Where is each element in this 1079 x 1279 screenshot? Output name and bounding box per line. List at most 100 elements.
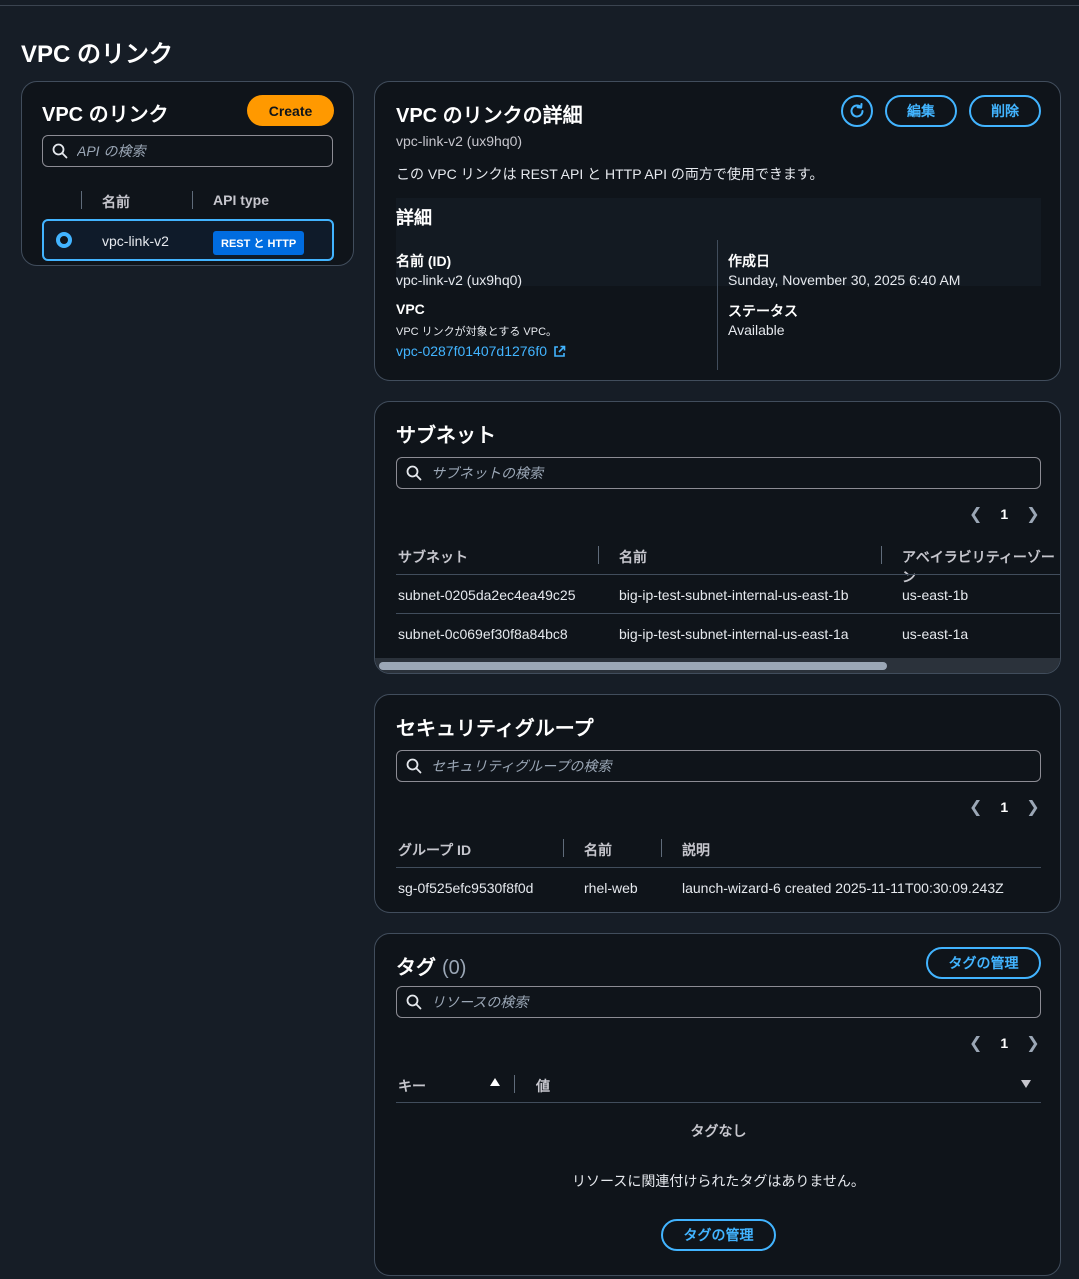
tag-pagination: ❮ 1 ❯ <box>969 1033 1040 1053</box>
delete-button[interactable]: 削除 <box>969 95 1041 127</box>
column-separator <box>81 191 82 209</box>
vpc-link[interactable]: vpc-0287f01407d1276f0 <box>396 343 566 359</box>
table-cell-subnet-az: us-east-1a <box>902 626 969 642</box>
current-page[interactable]: 1 <box>1000 506 1008 522</box>
subnet-search[interactable] <box>396 457 1041 489</box>
header-divider <box>396 867 1041 868</box>
chevron-left-icon[interactable]: ❮ <box>969 1033 982 1053</box>
table-cell-subnet-name: big-ip-test-subnet-internal-us-east-1a <box>619 626 849 642</box>
table-cell-subnet-id: subnet-0c069ef30f8a84bc8 <box>398 626 568 642</box>
column-header-value[interactable]: 値 <box>536 1076 550 1096</box>
column-header-name[interactable]: 名前 <box>102 192 130 212</box>
column-separator <box>598 546 599 564</box>
top-divider <box>0 0 1079 6</box>
chevron-left-icon[interactable]: ❮ <box>969 504 982 524</box>
column-header-name[interactable]: 名前 <box>619 547 647 567</box>
column-separator <box>192 191 193 209</box>
horizontal-scrollbar[interactable] <box>375 658 1060 673</box>
name-label: 名前 (ID) <box>396 253 452 269</box>
table-cell-group-name: rhel-web <box>584 880 638 896</box>
table-cell-subnet-name: big-ip-test-subnet-internal-us-east-1b <box>619 587 849 603</box>
created-label: 作成日 <box>728 253 770 269</box>
column-header-az[interactable]: アベイラビリティーゾーン <box>902 547 1060 587</box>
name-value: vpc-link-v2 (ux9hq0) <box>396 272 523 288</box>
column-separator <box>661 839 662 857</box>
column-header-name[interactable]: 名前 <box>584 840 612 860</box>
tags-title-text: タグ <box>396 957 436 979</box>
external-link-icon <box>554 345 566 357</box>
search-icon <box>397 994 431 1010</box>
row-divider <box>396 613 1060 614</box>
empty-manage-tags-button[interactable]: タグの管理 <box>661 1219 776 1251</box>
vpc-description: VPC リンクが対象とする VPC。 <box>396 326 558 338</box>
chevron-right-icon[interactable]: ❯ <box>1026 797 1039 817</box>
vpc-link-list-panel: VPC のリンク Create 名前 API type vpc-link-v2 … <box>21 81 354 266</box>
scrollbar-thumb[interactable] <box>379 662 887 670</box>
table-cell-subnet-az: us-east-1b <box>902 587 969 603</box>
empty-state-title: タグなし <box>690 1123 747 1139</box>
edit-button[interactable]: 編集 <box>885 95 957 127</box>
list-panel-title: VPC のリンク <box>42 104 169 126</box>
radio-selected[interactable] <box>56 232 72 248</box>
column-header-api-type[interactable]: API type <box>213 192 269 208</box>
current-page[interactable]: 1 <box>1000 1035 1008 1051</box>
api-search-input[interactable] <box>77 143 332 159</box>
tag-search-input[interactable] <box>431 994 1040 1010</box>
table-cell-group-id: sg-0f525efc9530f8f0d <box>398 880 534 896</box>
security-group-search-input[interactable] <box>431 758 1040 774</box>
header-divider <box>396 574 1060 575</box>
detail-description: この VPC リンクは REST API と HTTP API の両方で使用でき… <box>396 166 824 182</box>
detail-title: VPC のリンクの詳細 <box>396 105 583 127</box>
sort-icon[interactable] <box>1021 1080 1031 1088</box>
sort-ascending-icon[interactable] <box>490 1078 500 1086</box>
create-button[interactable]: Create <box>247 95 334 126</box>
tag-search[interactable] <box>396 986 1041 1018</box>
list-item-vpc-link-v2[interactable]: vpc-link-v2 REST と HTTP <box>42 219 334 261</box>
column-header-group-id[interactable]: グループ ID <box>398 840 471 860</box>
vpc-link-name: vpc-link-v2 <box>102 233 169 249</box>
table-cell-subnet-id: subnet-0205da2ec4ea49c25 <box>398 587 576 603</box>
subnet-search-input[interactable] <box>431 465 1040 481</box>
chevron-right-icon[interactable]: ❯ <box>1026 504 1039 524</box>
status-label: ステータス <box>728 303 798 319</box>
chevron-left-icon[interactable]: ❮ <box>969 797 982 817</box>
manage-tags-button[interactable]: タグの管理 <box>926 947 1041 979</box>
search-icon <box>397 758 431 774</box>
detail-subtitle: vpc-link-v2 (ux9hq0) <box>396 133 523 149</box>
tags-count: (0) <box>442 957 467 979</box>
search-icon <box>43 143 77 159</box>
header-divider <box>396 1102 1041 1103</box>
column-separator <box>881 546 882 564</box>
subnets-panel: サブネット ❮ 1 ❯ サブネット 名前 アベイラビリティーゾーン subnet… <box>374 401 1061 674</box>
status-value: Available <box>728 322 785 338</box>
column-separator <box>563 839 564 857</box>
column-header-key[interactable]: キー <box>398 1076 426 1096</box>
column-header-subnet[interactable]: サブネット <box>398 547 468 567</box>
subnets-title: サブネット <box>396 425 496 447</box>
security-group-pagination: ❮ 1 ❯ <box>969 797 1040 817</box>
vpc-link-detail-panel: VPC のリンクの詳細 vpc-link-v2 (ux9hq0) 編集 削除 こ… <box>374 81 1061 381</box>
tags-panel: タグ (0) タグの管理 ❮ 1 ❯ キー 値 タグなし リソースに関連付けられ… <box>374 933 1061 1276</box>
subnet-pagination: ❮ 1 ❯ <box>969 504 1040 524</box>
column-separator <box>514 1075 515 1093</box>
security-groups-panel: セキュリティグループ ❮ 1 ❯ グループ ID 名前 説明 sg-0f525e… <box>374 694 1061 913</box>
column-header-description[interactable]: 説明 <box>682 840 710 860</box>
vpc-label: VPC <box>396 301 425 317</box>
detail-section-title: 詳細 <box>396 208 432 228</box>
api-type-badge: REST と HTTP <box>213 231 305 255</box>
security-group-search[interactable] <box>396 750 1041 782</box>
page-title: VPC のリンク <box>21 41 174 68</box>
current-page[interactable]: 1 <box>1000 799 1008 815</box>
refresh-button[interactable] <box>841 95 873 127</box>
table-cell-group-description: launch-wizard-6 created 2025-11-11T00:30… <box>682 880 1004 896</box>
chevron-right-icon[interactable]: ❯ <box>1026 1033 1039 1053</box>
refresh-icon <box>850 103 864 118</box>
security-groups-title: セキュリティグループ <box>396 718 594 740</box>
tags-title: タグ (0) <box>396 951 466 980</box>
vpc-link-text[interactable]: vpc-0287f01407d1276f0 <box>396 343 547 359</box>
search-icon <box>397 465 431 481</box>
empty-state-description: リソースに関連付けられたタグはありません。 <box>572 1173 865 1189</box>
detail-column-divider <box>717 240 718 370</box>
created-value: Sunday, November 30, 2025 6:40 AM <box>728 272 961 288</box>
api-search[interactable] <box>42 135 333 167</box>
